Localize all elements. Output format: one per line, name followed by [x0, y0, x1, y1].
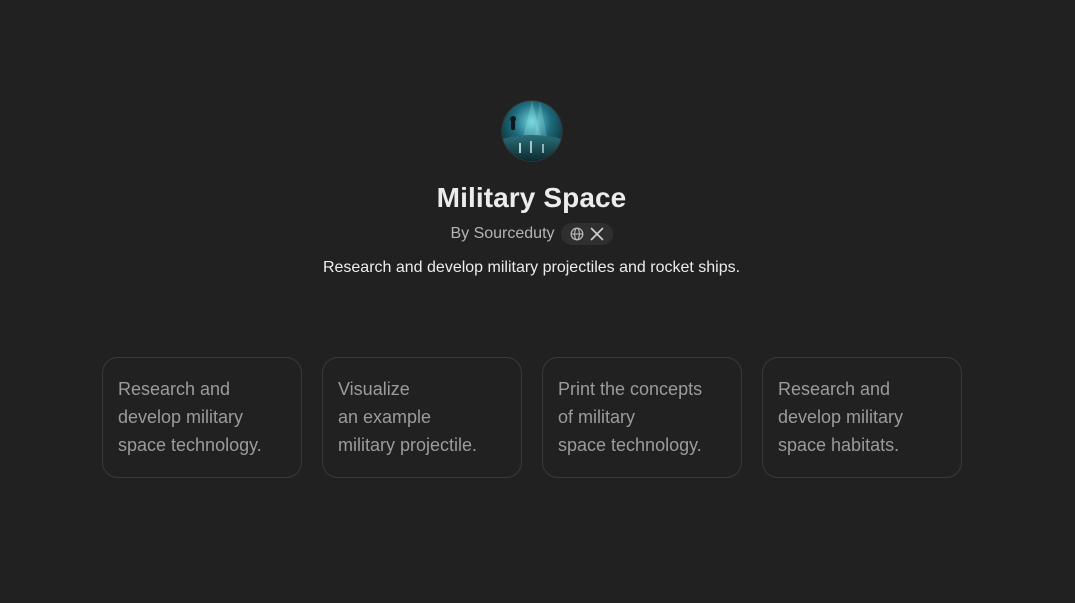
globe-icon[interactable]	[570, 227, 584, 241]
conversation-starters: Research and develop military space tech…	[102, 357, 962, 478]
byline: By Sourceduty	[450, 222, 613, 246]
x-logo-icon[interactable]	[590, 227, 604, 241]
starter-card[interactable]: Research and develop military space habi…	[762, 357, 962, 478]
gpt-description: Research and develop military projectile…	[322, 259, 741, 276]
author-name: By Sourceduty	[450, 225, 555, 242]
gpt-avatar	[501, 101, 562, 161]
starter-card[interactable]: Research and develop military space tech…	[102, 357, 302, 478]
gpt-profile-header: Military Space By Sourceduty Research an…	[0, 101, 1063, 279]
starter-card[interactable]: Print the concepts of military space tec…	[542, 357, 742, 478]
gpt-title: Military Space	[436, 182, 627, 213]
social-links	[560, 223, 613, 245]
starter-card[interactable]: Visualize an example military projectile…	[322, 357, 522, 478]
space-soldier-avatar-icon	[501, 101, 562, 161]
gpt-landing-page: Military Space By Sourceduty Research an…	[0, 0, 1075, 603]
